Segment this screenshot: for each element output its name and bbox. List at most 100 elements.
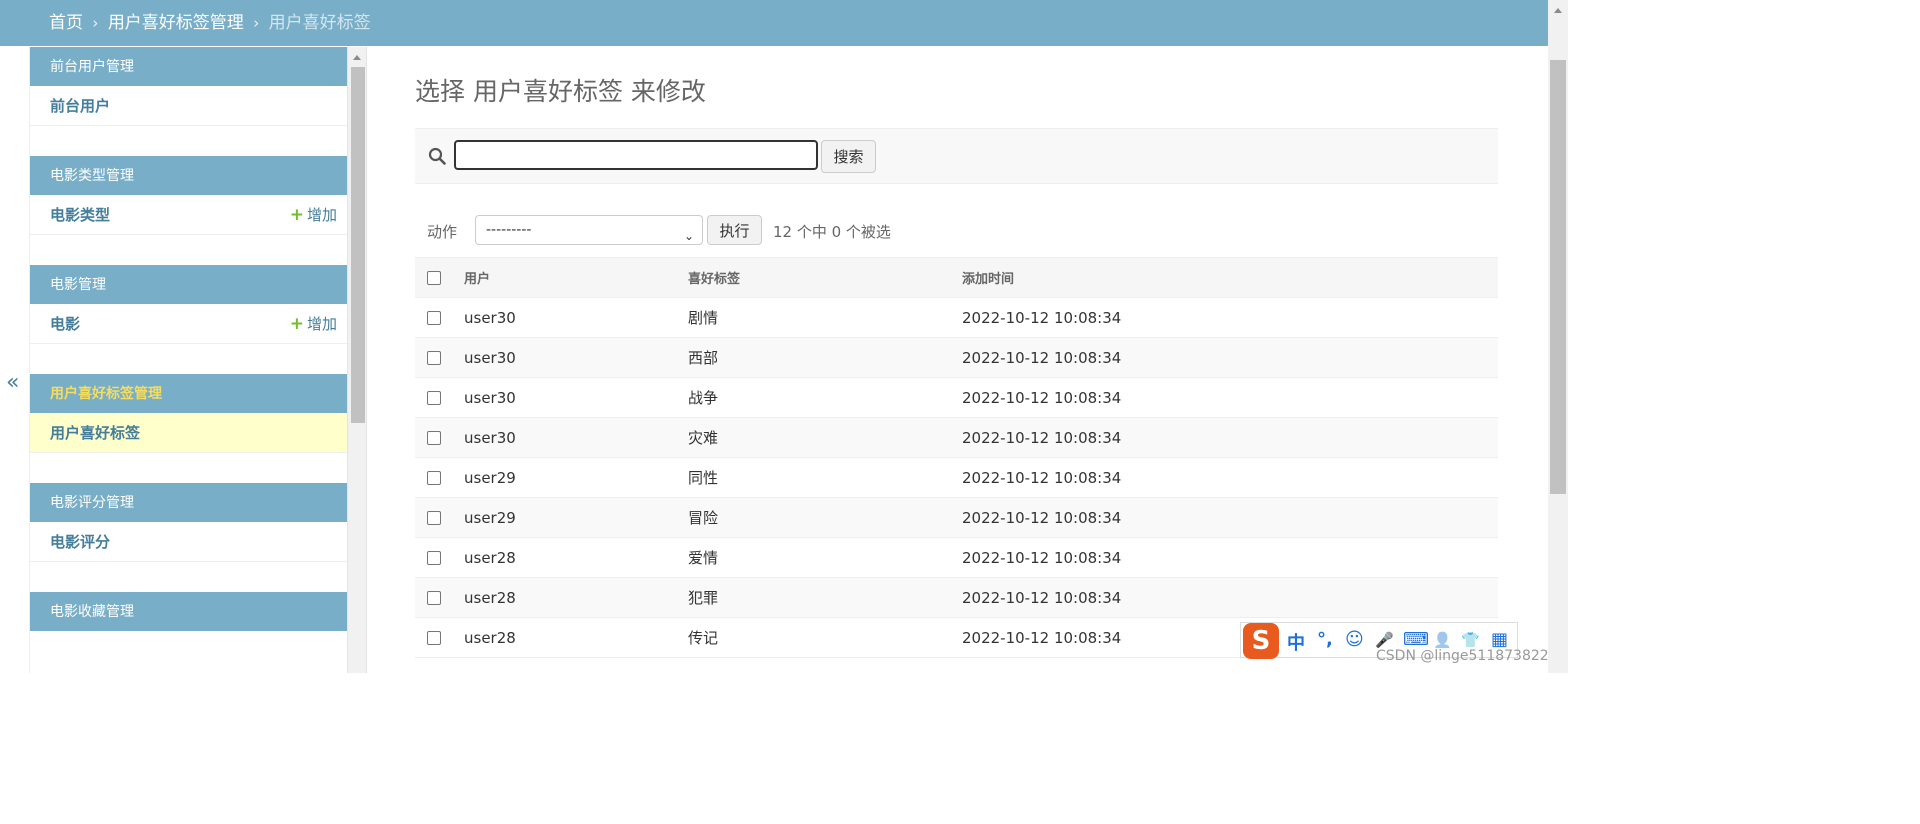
ime-logo-icon[interactable]: S bbox=[1243, 623, 1279, 659]
chevron-down-icon: ⌄ bbox=[683, 229, 694, 243]
row-select-cell bbox=[415, 457, 464, 498]
row-select-cell bbox=[415, 297, 464, 338]
ime-chinese-mode-icon[interactable]: 中 bbox=[1287, 629, 1305, 655]
module-caption[interactable]: 电影类型管理 bbox=[30, 156, 347, 195]
content-main: 选择 用户喜好标签 来修改 搜索 动作 --------- ⌄ 执行 12 个中… bbox=[368, 46, 1548, 673]
add-link-label: 增加 bbox=[306, 315, 337, 333]
column-header-added-time[interactable]: 添加时间 bbox=[962, 257, 1498, 298]
module-caption[interactable]: 电影收藏管理 bbox=[30, 592, 347, 631]
sidebar-item-label[interactable]: 前台用户 bbox=[50, 97, 110, 115]
action-select-value: --------- bbox=[486, 222, 532, 238]
sidebar-item-movie-ratings[interactable]: 电影评分 bbox=[30, 522, 347, 562]
action-select[interactable]: --------- ⌄ bbox=[475, 215, 703, 245]
row-checkbox[interactable] bbox=[427, 431, 441, 445]
row-checkbox[interactable] bbox=[427, 471, 441, 485]
module-frontend-users: 前台用户管理 前台用户 bbox=[30, 47, 347, 126]
scroll-up-icon[interactable] bbox=[1554, 8, 1562, 13]
breadcrumb-app-link[interactable]: 用户喜好标签管理 bbox=[108, 13, 244, 33]
module-user-tags: 用户喜好标签管理 用户喜好标签 bbox=[30, 374, 347, 453]
ime-voice-icon[interactable]: 🎤 bbox=[1375, 631, 1394, 649]
sidebar-item-label[interactable]: 电影类型 bbox=[50, 206, 110, 224]
cell-user-link[interactable]: user30 bbox=[464, 297, 688, 338]
module-caption[interactable]: 电影评分管理 bbox=[30, 483, 347, 522]
module-caption[interactable]: 前台用户管理 bbox=[30, 47, 347, 86]
ime-punctuation-icon[interactable]: °, bbox=[1317, 629, 1333, 650]
search-input[interactable] bbox=[454, 140, 818, 170]
cell-tag: 冒险 bbox=[688, 497, 962, 538]
watermark: CSDN @linge511873822 bbox=[1376, 648, 1549, 664]
cell-user-link[interactable]: user28 bbox=[464, 537, 688, 578]
add-movie-link[interactable]: + 增加 bbox=[290, 304, 337, 344]
cell-added-time: 2022-10-12 10:08:34 bbox=[962, 297, 1498, 338]
sidebar-item-label[interactable]: 电影 bbox=[50, 315, 80, 333]
ime-emoji-icon[interactable]: ☺ bbox=[1345, 629, 1364, 650]
cell-user-link[interactable]: user29 bbox=[464, 497, 688, 538]
row-checkbox[interactable] bbox=[427, 551, 441, 565]
scrollbar-thumb[interactable] bbox=[351, 67, 365, 423]
sidebar-item-movie-types[interactable]: 电影类型 + 增加 bbox=[30, 195, 347, 235]
cell-user-link[interactable]: user28 bbox=[464, 577, 688, 618]
cell-user-link[interactable]: user29 bbox=[464, 457, 688, 498]
row-checkbox[interactable] bbox=[427, 311, 441, 325]
plus-icon: + bbox=[289, 314, 304, 334]
page-title: 选择 用户喜好标签 来修改 bbox=[415, 77, 706, 106]
row-select-cell bbox=[415, 417, 464, 458]
cell-added-time: 2022-10-12 10:08:34 bbox=[962, 497, 1498, 538]
row-checkbox[interactable] bbox=[427, 351, 441, 365]
module-caption-active[interactable]: 用户喜好标签管理 bbox=[30, 374, 347, 413]
cell-tag: 灾难 bbox=[688, 417, 962, 458]
page-scrollbar[interactable] bbox=[1548, 0, 1568, 673]
action-label: 动作 bbox=[427, 223, 458, 241]
sidebar-item-label[interactable]: 电影评分 bbox=[50, 533, 110, 551]
table-header-row: 用户 喜好标签 添加时间 bbox=[415, 257, 1498, 298]
breadcrumb-home-link[interactable]: 首页 bbox=[49, 13, 83, 33]
module-movie-favorites: 电影收藏管理 bbox=[30, 592, 347, 631]
select-all-checkbox[interactable] bbox=[427, 270, 441, 285]
sidebar-item-label[interactable]: 用户喜好标签 bbox=[50, 424, 140, 442]
sidebar-scrollbar[interactable] bbox=[347, 47, 367, 673]
search-toolbar: 搜索 bbox=[415, 128, 1498, 184]
sidebar-item-frontend-users[interactable]: 前台用户 bbox=[30, 86, 347, 126]
cell-user-link[interactable]: user30 bbox=[464, 337, 688, 378]
cell-added-time: 2022-10-12 10:08:34 bbox=[962, 337, 1498, 378]
table-row: user30 西部 2022-10-12 10:08:34 bbox=[415, 337, 1498, 378]
add-movie-type-link[interactable]: + 增加 bbox=[290, 195, 337, 235]
row-select-cell bbox=[415, 577, 464, 618]
cell-tag: 同性 bbox=[688, 457, 962, 498]
search-button[interactable]: 搜索 bbox=[821, 140, 876, 173]
ime-keyboard-icon[interactable]: ⌨ bbox=[1403, 629, 1429, 650]
cell-user-link[interactable]: user30 bbox=[464, 377, 688, 418]
cell-tag: 爱情 bbox=[688, 537, 962, 578]
row-checkbox[interactable] bbox=[427, 591, 441, 605]
module-movie-ratings: 电影评分管理 电影评分 bbox=[30, 483, 347, 562]
cell-added-time: 2022-10-12 10:08:34 bbox=[962, 577, 1498, 618]
module-caption[interactable]: 电影管理 bbox=[30, 265, 347, 304]
cell-tag: 传记 bbox=[688, 617, 962, 658]
cell-tag: 犯罪 bbox=[688, 577, 962, 618]
row-checkbox[interactable] bbox=[427, 511, 441, 525]
ime-skin-icon[interactable]: 👕 bbox=[1461, 631, 1480, 649]
sidebar-collapse-toggle[interactable]: « bbox=[6, 370, 19, 395]
cell-tag: 西部 bbox=[688, 337, 962, 378]
plus-icon: + bbox=[289, 205, 304, 225]
cell-added-time: 2022-10-12 10:08:34 bbox=[962, 457, 1498, 498]
column-header-user[interactable]: 用户 bbox=[464, 257, 688, 298]
cell-user-link[interactable]: user28 bbox=[464, 617, 688, 658]
run-action-button[interactable]: 执行 bbox=[707, 215, 762, 245]
ime-account-icon[interactable]: 👤 bbox=[1433, 631, 1452, 649]
sidebar-item-user-tags[interactable]: 用户喜好标签 bbox=[30, 413, 347, 453]
sidebar-item-movies[interactable]: 电影 + 增加 bbox=[30, 304, 347, 344]
scroll-up-icon[interactable] bbox=[353, 55, 361, 60]
row-checkbox[interactable] bbox=[427, 631, 441, 645]
table-row: user29 冒险 2022-10-12 10:08:34 bbox=[415, 497, 1498, 538]
column-header-tag[interactable]: 喜好标签 bbox=[688, 257, 962, 298]
ime-toolbox-icon[interactable]: ▦ bbox=[1491, 629, 1508, 650]
row-select-cell bbox=[415, 337, 464, 378]
search-icon bbox=[428, 147, 446, 165]
row-checkbox[interactable] bbox=[427, 391, 441, 405]
breadcrumb-separator: › bbox=[92, 14, 99, 32]
row-select-cell bbox=[415, 617, 464, 658]
table-row: user29 同性 2022-10-12 10:08:34 bbox=[415, 457, 1498, 498]
scrollbar-thumb[interactable] bbox=[1550, 60, 1566, 494]
cell-user-link[interactable]: user30 bbox=[464, 417, 688, 458]
